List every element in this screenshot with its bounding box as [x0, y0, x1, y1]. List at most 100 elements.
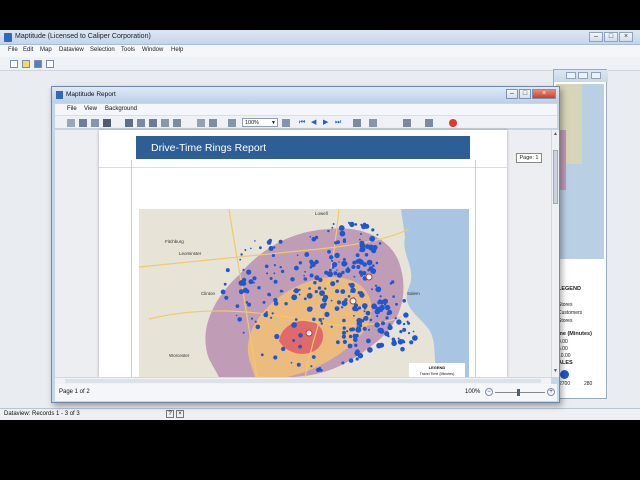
menu-help[interactable]: Help — [171, 47, 183, 53]
customer-dot — [319, 290, 325, 296]
print-icon[interactable] — [125, 119, 133, 127]
customer-dot — [242, 331, 245, 334]
horizontal-scroll-thumb[interactable] — [65, 379, 541, 383]
report-close-button[interactable]: × — [532, 89, 556, 99]
menu-window[interactable]: Window — [142, 47, 163, 53]
customer-dot — [298, 344, 302, 349]
customer-dot — [348, 334, 353, 339]
multiple-pages-icon[interactable] — [353, 119, 361, 127]
customer-dot — [342, 318, 346, 323]
background-map-window[interactable]: LEGEND Stores Customers Stores me (Minut… — [553, 69, 608, 399]
vertical-scrollbar[interactable]: ▲ ▼ — [551, 130, 559, 377]
customer-dot — [348, 358, 354, 363]
customer-dot — [332, 223, 335, 225]
zoom-in-icon[interactable] — [282, 119, 290, 127]
customer-dot — [376, 233, 379, 236]
watermark-icon[interactable] — [161, 119, 169, 127]
background-color-icon[interactable] — [369, 119, 377, 127]
page-setup-icon[interactable] — [149, 119, 157, 127]
maximize-button[interactable]: □ — [604, 32, 618, 42]
zoom-out-icon[interactable] — [228, 119, 236, 127]
toc-icon[interactable] — [67, 119, 75, 127]
report-viewer[interactable]: Drive-Time Rings Report Fitchburg Leomin… — [55, 130, 551, 377]
export-icon[interactable] — [403, 119, 411, 127]
report-title-bar[interactable]: Maptitude Report – □ × — [52, 87, 559, 103]
customer-dot — [342, 258, 346, 261]
customer-dot — [252, 276, 257, 281]
quick-print-icon[interactable] — [137, 119, 145, 127]
customer-dot — [237, 317, 242, 322]
customer-dot — [355, 357, 359, 361]
open-report-icon[interactable] — [91, 119, 99, 127]
customer-dot — [371, 288, 373, 291]
bg-maximize-button[interactable] — [578, 72, 588, 79]
page-indicator: Page 1 of 2 — [59, 389, 90, 395]
bg-minimize-button[interactable] — [566, 72, 576, 79]
customer-dot — [412, 330, 415, 333]
previous-page-icon[interactable]: ◀ — [311, 119, 319, 127]
report-menu-view[interactable]: View — [84, 106, 97, 112]
status-question-icon[interactable]: ? — [166, 410, 174, 418]
menu-selection[interactable]: Selection — [90, 47, 115, 53]
customer-dot — [366, 259, 373, 266]
zoom-slider[interactable] — [495, 392, 545, 393]
close-preview-icon[interactable] — [449, 119, 457, 127]
customer-dot — [284, 302, 288, 306]
send-email-icon[interactable] — [425, 119, 433, 127]
menu-dataview[interactable]: Dataview — [59, 47, 84, 53]
customer-dot — [260, 353, 264, 357]
customer-dot — [403, 312, 409, 318]
customer-dot — [355, 349, 360, 355]
scroll-down-icon[interactable]: ▼ — [553, 368, 558, 374]
zoom-select[interactable]: 100% ▼ — [242, 118, 278, 127]
close-button[interactable]: × — [619, 32, 633, 42]
report-window[interactable]: Maptitude Report – □ × File View Backgro… — [51, 86, 560, 403]
customer-dot — [345, 267, 351, 273]
report-menu-file[interactable]: File — [67, 106, 77, 112]
zoom-out-circle-icon[interactable]: − — [485, 388, 493, 396]
customer-dot — [359, 240, 365, 246]
report-minimize-button[interactable]: – — [506, 89, 518, 99]
background-map-title-bar[interactable] — [554, 70, 608, 82]
first-page-icon[interactable]: ⏮ — [299, 119, 307, 127]
minimize-button[interactable]: – — [589, 32, 603, 42]
customer-dot — [375, 286, 382, 293]
customer-dot — [378, 242, 382, 245]
last-page-icon[interactable]: ⏭ — [335, 119, 343, 127]
scale-icon[interactable] — [173, 119, 181, 127]
hand-tool-icon[interactable] — [197, 119, 205, 127]
customer-dot — [379, 308, 383, 312]
next-page-icon[interactable]: ▶ — [323, 119, 331, 127]
bg-close-button[interactable] — [591, 72, 601, 79]
open-icon[interactable] — [22, 60, 30, 68]
print-icon[interactable] — [46, 60, 54, 68]
report-menu-background[interactable]: Background — [105, 106, 137, 112]
main-status-bar: Dataview: Records 1 - 3 of 3 ? × — [0, 408, 640, 420]
zoom-slider-knob[interactable] — [517, 389, 520, 396]
save-icon[interactable] — [34, 60, 42, 68]
vertical-scroll-thumb[interactable] — [553, 150, 558, 204]
customer-dot — [273, 279, 278, 284]
menu-tools[interactable]: Tools — [121, 47, 135, 53]
customer-dot — [248, 279, 254, 285]
search-icon[interactable] — [103, 119, 111, 127]
customer-dot — [369, 235, 376, 242]
status-close-icon[interactable]: × — [176, 410, 184, 418]
report-maximize-button[interactable]: □ — [519, 89, 531, 99]
store-marker — [365, 273, 373, 281]
menu-edit[interactable]: Edit — [23, 47, 33, 53]
magnifier-icon[interactable] — [209, 119, 217, 127]
scroll-up-icon[interactable]: ▲ — [553, 131, 558, 137]
menu-file[interactable]: File — [8, 47, 18, 53]
customer-dot — [331, 261, 338, 268]
customer-dot — [379, 295, 382, 298]
main-menu-bar: File Edit Map Dataview Selection Tools W… — [0, 45, 640, 57]
menu-map[interactable]: Map — [40, 47, 52, 53]
new-icon[interactable] — [10, 60, 18, 68]
zoom-in-circle-icon[interactable]: + — [547, 388, 555, 396]
bg-legend-title: LEGEND — [558, 286, 581, 292]
customer-dot — [355, 259, 360, 264]
horizontal-scrollbar[interactable] — [55, 377, 551, 384]
parameters-icon[interactable] — [79, 119, 87, 127]
customer-dot — [324, 311, 330, 317]
